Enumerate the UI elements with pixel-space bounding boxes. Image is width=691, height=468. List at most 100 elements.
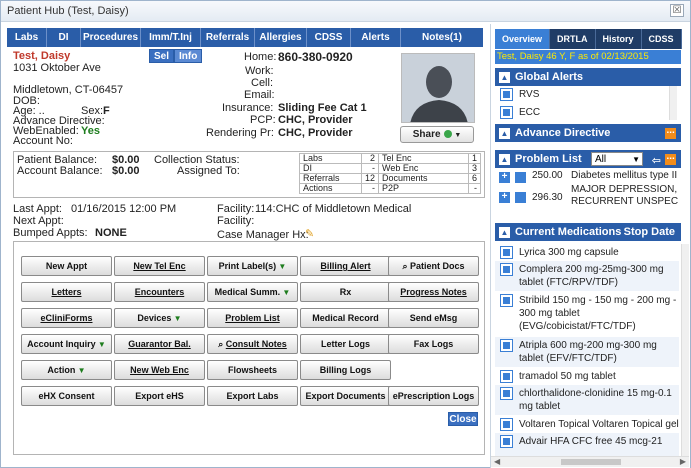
medication-item[interactable]: Atripla 600 mg-200 mg-300 mg tablet (EFV…: [495, 337, 679, 367]
medication-item[interactable]: Voltaren Topical Voltaren Topical gel: [495, 416, 679, 432]
patient-name[interactable]: Test, Daisy: [13, 50, 70, 62]
ehx-consent-button[interactable]: eHX Consent: [21, 386, 112, 406]
expand-icon[interactable]: +: [499, 172, 510, 183]
advance-directive-header[interactable]: ▲ Advance Directive ⋯: [495, 124, 681, 142]
billing-alert-button[interactable]: Billing Alert: [300, 256, 391, 276]
tab-referrals[interactable]: Referrals: [201, 28, 255, 47]
collapse-icon[interactable]: ▲: [499, 128, 510, 139]
patient-photo[interactable]: [401, 53, 475, 123]
list-item[interactable]: ECC: [495, 104, 675, 122]
tab-procedures[interactable]: Procedures: [81, 28, 141, 47]
medication-item[interactable]: Complera 200 mg-25mg-300 mg tablet (FTC/…: [495, 261, 679, 291]
bumped-appts-label: Bumped Appts:: [13, 227, 88, 239]
global-alerts-header[interactable]: ▲ Global Alerts: [495, 68, 681, 86]
export-documents-button[interactable]: Export Documents: [300, 386, 391, 406]
billing-logs-button[interactable]: Billing Logs: [300, 360, 391, 380]
count-label[interactable]: Documents: [378, 173, 470, 184]
consult-notes-button[interactable]: ⌕ Consult Notes: [207, 334, 298, 354]
tab-history[interactable]: History: [595, 29, 642, 49]
action-button[interactable]: Action ▼: [21, 360, 112, 380]
tab-labs[interactable]: Labs: [7, 28, 47, 47]
medications-header[interactable]: ▲ Current Medications Stop Date: [495, 223, 681, 241]
button-label: New Appt: [45, 261, 88, 271]
devices-button[interactable]: Devices ▼: [114, 308, 205, 328]
back-arrow-icon[interactable]: ⇦: [652, 152, 661, 170]
more-icon[interactable]: ⋯: [665, 154, 676, 165]
flowsheets-button[interactable]: Flowsheets: [207, 360, 298, 380]
letters-button[interactable]: Letters: [21, 282, 112, 302]
count-label[interactable]: Labs: [299, 153, 362, 164]
problem-list-button[interactable]: Problem List: [207, 308, 298, 328]
collapse-icon[interactable]: ▲: [499, 154, 510, 165]
new-web-enc-button[interactable]: New Web Enc: [114, 360, 205, 380]
medication-item[interactable]: Stribild 150 mg - 150 mg - 200 mg - 300 …: [495, 292, 679, 336]
medication-item[interactable]: Lyrica 300 mg capsule: [495, 244, 679, 260]
web-enabled-value: Yes: [81, 125, 100, 137]
problem-list-header[interactable]: ▲ Problem List All ▼ ⇦ ⋯: [495, 150, 681, 168]
case-manager-icon[interactable]: ✎: [305, 227, 314, 240]
horizontal-scrollbar[interactable]: ◀ ▶: [491, 456, 689, 467]
tab-cdss-right[interactable]: CDSS: [641, 29, 682, 49]
tab-allergies[interactable]: Allergies: [255, 28, 307, 47]
collapse-icon[interactable]: ▲: [499, 72, 510, 83]
count-label[interactable]: DI: [299, 163, 362, 174]
share-button[interactable]: Share ▼: [400, 126, 474, 143]
rx-button[interactable]: Rx: [300, 282, 391, 302]
guarantor-bal-button[interactable]: Guarantor Bal.: [114, 334, 205, 354]
problem-desc[interactable]: Diabetes mellitus type II: [571, 170, 681, 181]
collapse-icon[interactable]: ▲: [499, 227, 510, 238]
medical-record-button[interactable]: Medical Record: [300, 308, 391, 328]
tab-drtla[interactable]: DRTLA: [550, 29, 596, 49]
stop-date-label: Stop Date: [623, 226, 675, 238]
ecliniforms-button[interactable]: eCliniForms: [21, 308, 112, 328]
info-button[interactable]: Info: [174, 49, 203, 63]
new-appt-button[interactable]: New Appt: [21, 256, 112, 276]
tab-notes[interactable]: Notes(1): [401, 28, 483, 47]
list-item[interactable]: RVS: [495, 86, 675, 104]
patient-docs-button[interactable]: ⌕ Patient Docs: [388, 256, 479, 276]
eprescription-logs-button[interactable]: ePrescription Logs: [388, 386, 479, 406]
sel-button[interactable]: Sel: [149, 49, 175, 63]
count-label[interactable]: Referrals: [299, 173, 362, 184]
medication-label: Complera 200 mg-25mg-300 mg tablet (FTC/…: [519, 264, 664, 288]
tab-imm-tinj[interactable]: Imm/T.Inj: [141, 28, 201, 47]
button-label: Rx: [339, 287, 352, 297]
scroll-right-icon[interactable]: ▶: [680, 457, 686, 466]
more-icon[interactable]: ⋯: [665, 128, 676, 139]
email-label: Email:: [244, 89, 275, 101]
close-button[interactable]: Close: [448, 412, 478, 426]
export-labs-button[interactable]: Export Labs: [207, 386, 298, 406]
export-ehs-button[interactable]: Export eHS: [114, 386, 205, 406]
fax-logs-button[interactable]: Fax Logs: [388, 334, 479, 354]
scroll-left-icon[interactable]: ◀: [494, 457, 500, 466]
count-label[interactable]: Tel Enc: [378, 153, 470, 164]
expand-icon[interactable]: +: [499, 192, 510, 203]
letter-logs-button[interactable]: Letter Logs: [300, 334, 391, 354]
progress-notes-button[interactable]: Progress Notes: [388, 282, 479, 302]
alerts-scrollbar[interactable]: [669, 86, 677, 120]
close-icon[interactable]: ☒: [670, 4, 684, 17]
count-label[interactable]: P2P: [378, 183, 470, 194]
medical-summ-button[interactable]: Medical Summ. ▼: [207, 282, 298, 302]
insurance-value[interactable]: Sliding Fee Cat 1: [278, 102, 367, 114]
medications-scrollbar[interactable]: [681, 244, 689, 458]
tab-alerts[interactable]: Alerts: [351, 28, 401, 47]
new-tel-enc-button[interactable]: New Tel Enc: [114, 256, 205, 276]
tab-di[interactable]: DI: [47, 28, 81, 47]
medication-item[interactable]: tramadol 50 mg tablet: [495, 368, 679, 384]
tab-overview[interactable]: Overview: [495, 29, 551, 49]
scroll-thumb[interactable]: [561, 459, 621, 465]
medication-item[interactable]: chlorthalidone-clonidine 15 mg-0.1 mg ta…: [495, 385, 679, 415]
print-label-s-button[interactable]: Print Label(s) ▼: [207, 256, 298, 276]
button-label: Guarantor Bal.: [128, 339, 191, 349]
count-label[interactable]: Actions: [299, 183, 362, 194]
problem-filter-select[interactable]: All ▼: [591, 152, 643, 166]
account-inquiry-button[interactable]: Account Inquiry ▼: [21, 334, 112, 354]
case-manager-label: Case Manager Hx:: [217, 229, 309, 241]
send-emsg-button[interactable]: Send eMsg: [388, 308, 479, 328]
encounters-button[interactable]: Encounters: [114, 282, 205, 302]
problem-desc[interactable]: MAJOR DEPRESSION, RECURRENT UNSPEC: [571, 184, 679, 208]
button-label: Billing Alert: [320, 261, 371, 271]
count-label[interactable]: Web Enc: [378, 163, 470, 174]
tab-cdss[interactable]: CDSS: [307, 28, 351, 47]
